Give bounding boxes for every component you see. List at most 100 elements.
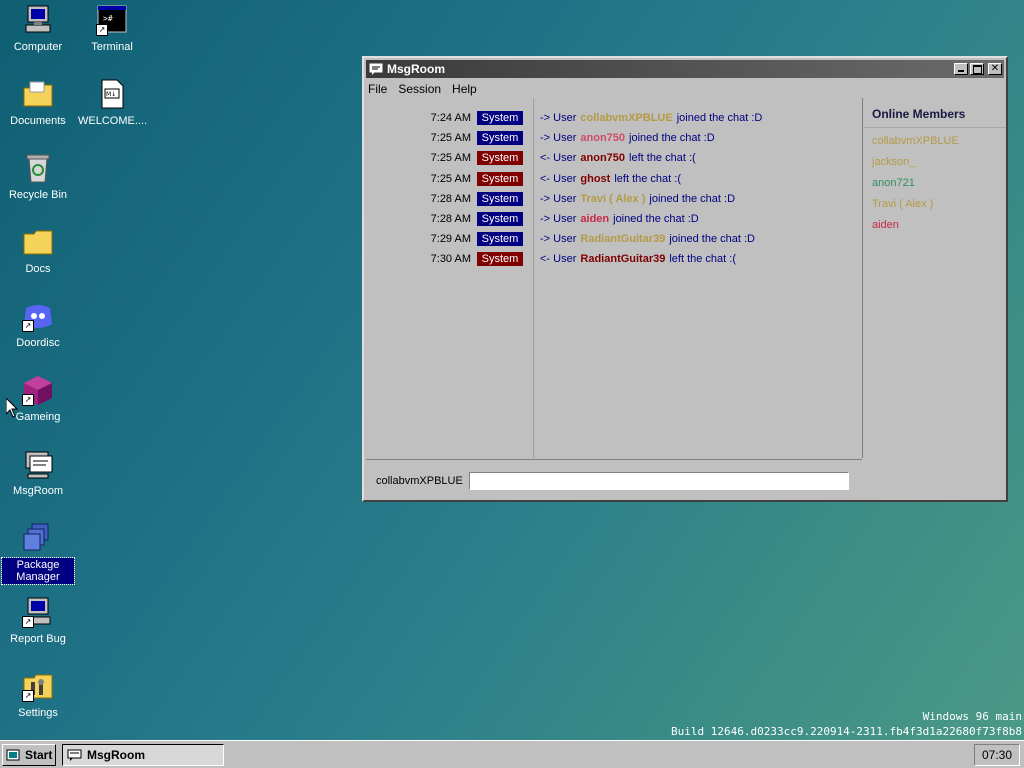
package-icon	[22, 522, 54, 554]
desktop-icon-docs[interactable]: Docs	[2, 226, 74, 276]
message-prefix: User	[553, 152, 577, 165]
chat-bubble-icon	[67, 749, 82, 761]
message-username[interactable]: ghost	[580, 173, 610, 185]
message-row: <- User RadiantGuitar39 left the chat :(	[540, 251, 736, 267]
documents-folder-icon	[22, 78, 54, 110]
build-info: Windows 96 main Build 12646.d0233cc9.220…	[671, 709, 1022, 739]
chat-bubble-icon	[369, 63, 383, 75]
message-meta-row: 7:29 AM System	[431, 231, 523, 247]
menu-file[interactable]: File	[368, 82, 387, 96]
desktop-icon-recycle-bin[interactable]: Recycle Bin	[2, 152, 74, 202]
message-username[interactable]: anon750	[580, 132, 625, 144]
message-arrow: <-	[540, 152, 551, 165]
member-item[interactable]: aiden	[864, 215, 1008, 236]
message-prefix: User	[553, 132, 577, 145]
message-row: <- User anon750 left the chat :(	[540, 150, 696, 166]
start-button[interactable]: Start	[2, 743, 56, 766]
desktop-icon-settings[interactable]: ↗ Settings	[2, 670, 74, 720]
message-text: joined the chat :D	[676, 112, 763, 124]
sender-badge: System	[477, 171, 523, 186]
message-row: -> User aiden joined the chat :D	[540, 211, 699, 227]
message-prefix: User	[553, 112, 577, 124]
window-content: 7:24 AM System 7:25 AM System 7:25 AM System 7…	[366, 98, 1006, 498]
menu-help[interactable]: Help	[452, 82, 477, 96]
message-meta-row: 7:25 AM System	[431, 130, 523, 146]
message-meta-row: 7:24 AM System	[431, 110, 523, 126]
desktop-icon-report-bug[interactable]: ↗ Report Bug	[2, 596, 74, 646]
desktop-icon-computer[interactable]: Computer	[2, 4, 74, 54]
terminal-icon: ># ↗	[96, 4, 128, 36]
message-username[interactable]: RadiantGuitar39	[580, 233, 665, 245]
desktop-icon-package-manager[interactable]: Package Manager	[1, 522, 75, 585]
message-meta-row: 7:28 AM System	[431, 191, 523, 207]
desktop-icon-msgroom[interactable]: MsgRoom	[2, 448, 74, 498]
build-number: Build 12646.d0233cc9.220914-2311.fb4f3d1…	[671, 725, 1022, 738]
minimize-button[interactable]	[954, 63, 968, 75]
chat-log[interactable]: 7:24 AM System 7:25 AM System 7:25 AM System 7…	[366, 98, 863, 458]
member-item[interactable]: Travi ( Alex )	[864, 194, 1008, 215]
message-row: -> User RadiantGuitar39 joined the chat :D	[540, 231, 755, 247]
message-row: -> User anon750 joined the chat :D	[540, 130, 715, 146]
message-text: left the chat :(	[614, 172, 681, 185]
message-text: joined the chat :D	[649, 192, 736, 205]
message-text: joined the chat :D	[669, 233, 755, 246]
nickname-label[interactable]: collabvmXPBLUE	[376, 475, 463, 487]
message-timestamp: 7:25 AM	[430, 132, 471, 145]
message-arrow: <-	[540, 172, 551, 185]
message-prefix: User	[553, 253, 577, 266]
computer-icon	[22, 4, 54, 36]
clock-time: 07:30	[981, 747, 1013, 762]
member-item[interactable]: anon721	[864, 173, 1008, 194]
shortcut-arrow-icon: ↗	[22, 320, 34, 332]
settings-icon: ↗	[22, 670, 54, 702]
message-username[interactable]: aiden	[580, 213, 609, 225]
system-tray-clock[interactable]: 07:30	[974, 743, 1020, 766]
timestamp-column: 7:24 AM System 7:25 AM System 7:25 AM System 7…	[366, 98, 534, 458]
maximize-icon	[973, 65, 982, 74]
shortcut-arrow-icon: ↗	[22, 616, 34, 628]
desktop-icon-terminal[interactable]: ># ↗ Terminal	[76, 4, 148, 54]
message-text: joined the chat :D	[613, 213, 699, 225]
message-username[interactable]: Travi ( Alex )	[580, 193, 645, 205]
desktop-icon-doordisc[interactable]: ↗ Doordisc	[2, 300, 74, 350]
start-label: Start	[25, 747, 53, 762]
message-row: -> User Travi ( Alex ) joined the chat :D	[540, 191, 735, 207]
taskbar-item-label: MsgRoom	[87, 747, 145, 762]
message-meta-row: 7:30 AM System	[431, 251, 523, 267]
message-prefix: User	[553, 213, 577, 225]
message-row: <- User ghost left the chat :(	[540, 171, 681, 187]
sender-badge: System	[477, 191, 523, 206]
window-titlebar[interactable]: MsgRoom ✕	[366, 60, 1004, 78]
message-arrow: ->	[540, 132, 551, 145]
shortcut-arrow-icon: ↗	[22, 690, 34, 702]
sender-badge: System	[477, 212, 523, 226]
message-meta-row: 7:25 AM System	[431, 150, 523, 166]
message-username[interactable]: anon750	[580, 152, 625, 164]
message-timestamp: 7:30 AM	[430, 253, 471, 266]
doordisc-icon: ↗	[22, 300, 54, 332]
message-timestamp: 7:28 AM	[430, 213, 471, 225]
online-members-panel: Online Members collabvmXPBLUE jackson_ ano…	[864, 98, 1008, 500]
folder-icon	[22, 226, 54, 258]
msgroom-window[interactable]: MsgRoom ✕ File Session Help 7:24 AM Syste…	[362, 56, 1008, 502]
shortcut-arrow-icon: ↗	[22, 394, 34, 406]
desktop-icon-documents[interactable]: Documents	[2, 78, 74, 128]
message-username[interactable]: RadiantGuitar39	[580, 253, 665, 265]
report-bug-icon: ↗	[22, 596, 54, 628]
svg-text:M↓: M↓	[106, 91, 116, 98]
message-username[interactable]: collabvmXPBLUE	[580, 112, 672, 124]
message-text: joined the chat :D	[629, 132, 715, 145]
message-arrow: ->	[540, 233, 551, 246]
sender-badge: System	[477, 131, 523, 146]
member-item[interactable]: collabvmXPBLUE	[864, 131, 1008, 152]
close-button[interactable]: ✕	[988, 63, 1002, 75]
sender-badge: System	[477, 232, 523, 247]
taskbar-item-msgroom[interactable]: MsgRoom	[62, 743, 224, 766]
mouse-cursor-icon	[6, 398, 18, 418]
message-input[interactable]	[468, 472, 849, 490]
menu-session[interactable]: Session	[398, 82, 441, 96]
maximize-button[interactable]	[970, 63, 984, 75]
member-item[interactable]: jackson_	[864, 152, 1008, 173]
desktop-icon-welcome[interactable]: M↓ WELCOME....	[76, 78, 148, 128]
markdown-file-icon: M↓	[96, 78, 128, 110]
